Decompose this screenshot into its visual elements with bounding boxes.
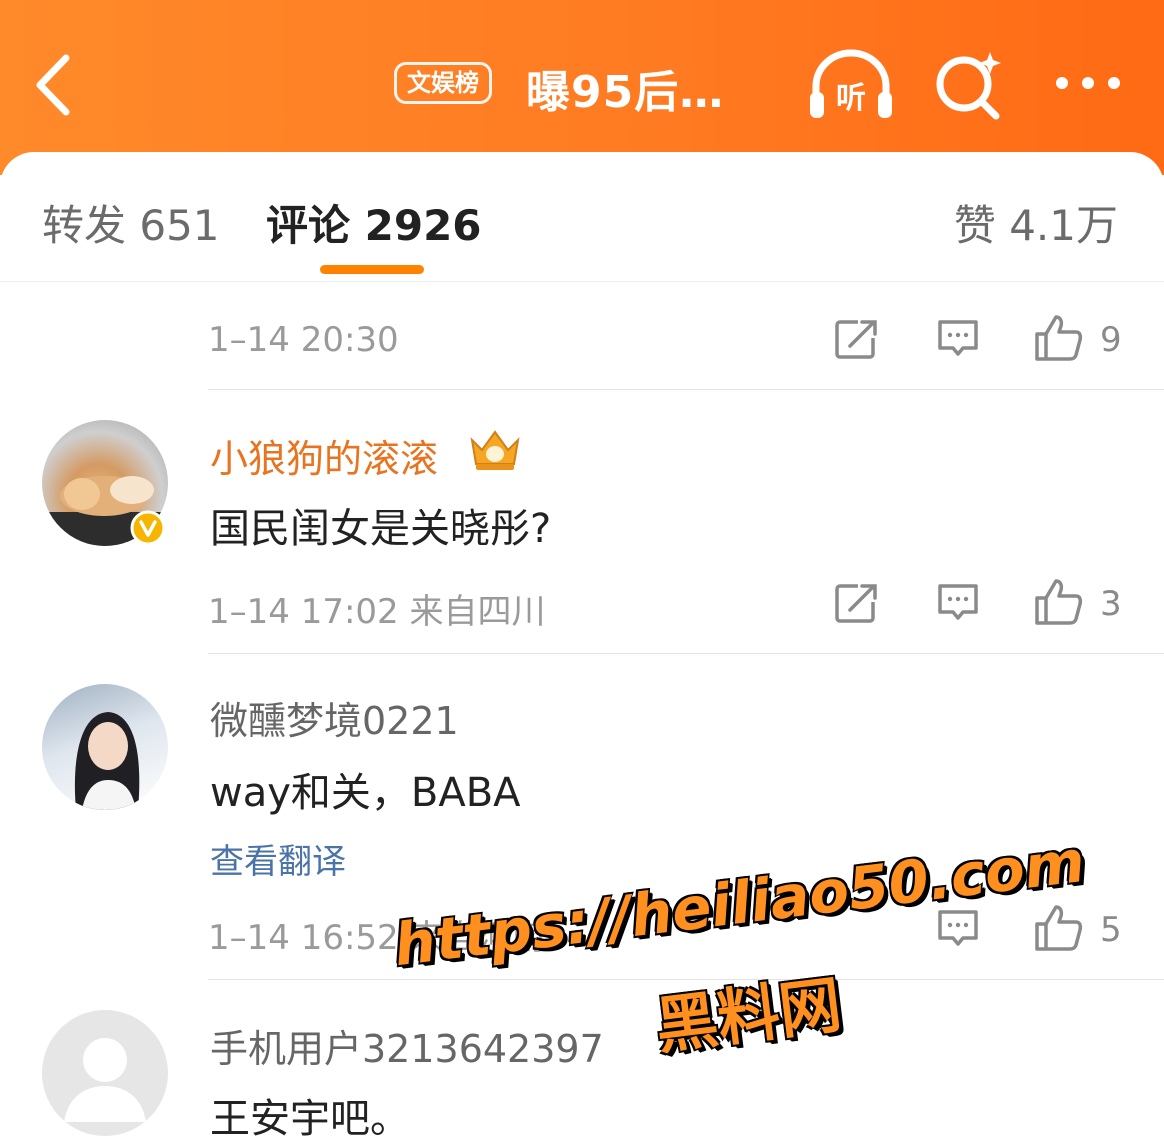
like-button[interactable] [1034,904,1084,956]
repost-icon [835,320,877,359]
content-sheet: 转发 651 评论 2926 赞 4.1万 [0,152,1164,1144]
reply-button[interactable] [936,582,980,628]
search-button[interactable] [932,46,1008,122]
like-count: 5 [1100,910,1122,950]
tab-like[interactable]: 赞 4.1万 [954,192,1118,253]
username[interactable]: 小狼狗的滚滚 [210,428,438,483]
comment-time: 1–14 16:52 来自河南 [208,918,546,958]
search-icon [936,52,1001,120]
like-button[interactable] [1034,578,1084,630]
repost-button[interactable] [834,318,880,364]
avatar[interactable] [42,684,168,810]
thumbs-up-icon [1035,905,1083,951]
divider [208,653,1164,654]
tab-repost[interactable]: 转发 651 [42,192,220,253]
back-button[interactable] [28,50,88,120]
app-header: 文娱榜 曝95后… 听 [0,0,1164,175]
thumbs-up-icon [1035,579,1083,625]
username[interactable]: 手机用户3213642397 [210,1018,604,1073]
svg-text:听: 听 [836,81,866,116]
verified-badge-icon [130,510,166,546]
thumbs-up-icon [1035,315,1083,361]
repost-icon [835,584,877,623]
back-arrow-icon [36,54,70,116]
comment-text: 王安宇吧。 [210,1096,410,1142]
comment-icon [938,910,978,946]
portrait-photo [74,712,140,810]
tab-bar: 转发 651 评论 2926 赞 4.1万 [0,152,1164,282]
page-title: 曝95后… [526,67,725,118]
tab-comment[interactable]: 评论 2926 [266,192,482,253]
divider [208,389,1164,390]
reply-button[interactable] [936,908,980,954]
listen-button[interactable]: 听 [806,46,896,122]
repost-button[interactable] [834,582,880,628]
default-user-icon [64,1038,146,1122]
tab-active-indicator [320,265,424,274]
comment-time: 1–14 17:02 来自四川 [208,592,546,632]
crown-badge-icon [470,430,520,470]
comment-icon [938,584,978,620]
like-count: 3 [1100,584,1122,624]
more-dots-icon [1056,77,1120,89]
comment-icon [938,320,978,356]
comment-time: 1–14 20:30 [208,320,399,360]
like-count: 9 [1100,320,1122,360]
headphones-icon: 听 [810,49,892,118]
comment-text: 国民闺女是关晓彤? [210,506,552,552]
comment-text: way和关，BABA [210,770,521,816]
reply-button[interactable] [936,318,980,364]
translate-link[interactable]: 查看翻译 [210,834,346,883]
avatar[interactable] [42,1010,168,1136]
more-button[interactable] [1052,66,1124,100]
like-button[interactable] [1034,314,1084,366]
divider [208,979,1164,980]
username[interactable]: 微醺梦境0221 [210,690,459,745]
topic-tag[interactable]: 文娱榜 [394,62,492,104]
